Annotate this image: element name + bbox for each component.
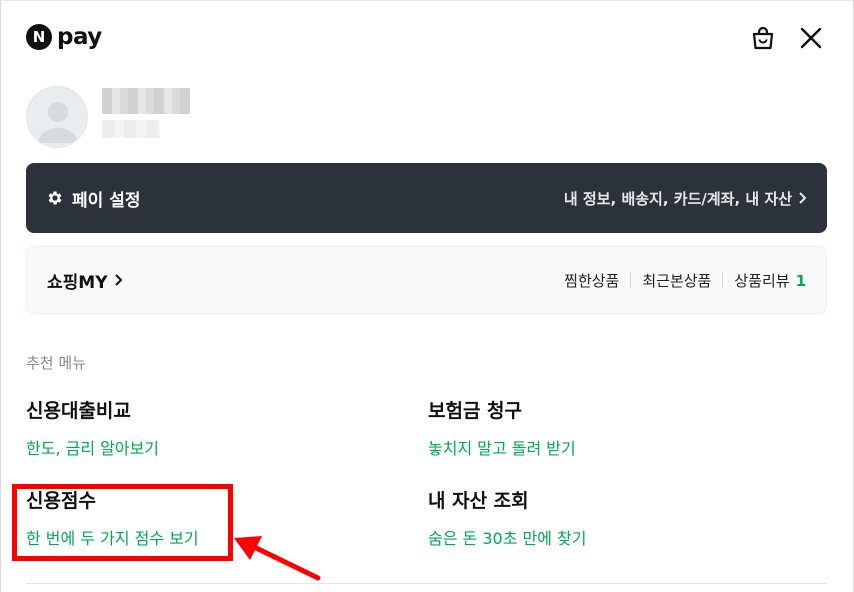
- default-avatar-icon: [38, 102, 78, 143]
- recommended-menu-title: 추천 메뉴: [26, 354, 86, 372]
- bottom-divider: [26, 583, 827, 584]
- review-count-badge: 1: [795, 271, 806, 290]
- avatar: [26, 86, 88, 148]
- gear-icon: [48, 191, 62, 205]
- logo-text: pay: [57, 24, 102, 50]
- menu-asset-lookup[interactable]: 내 자산 조회 숨은 돈 30초 만에 찾기: [428, 486, 586, 549]
- pay-settings-title: 페이 설정: [72, 190, 141, 211]
- shopping-my-title: 쇼핑MY: [47, 272, 108, 293]
- menu-item-desc: 한 번에 두 가지 점수 보기: [26, 529, 199, 548]
- product-review-link[interactable]: 상품리뷰 1: [734, 270, 806, 291]
- menu-item-name: 보험금 청구: [428, 400, 523, 422]
- blurred-user-id: [102, 120, 160, 138]
- user-profile: [26, 86, 426, 150]
- divider: [722, 272, 724, 288]
- menu-item-name: 내 자산 조회: [428, 490, 529, 512]
- pay-settings-bar[interactable]: 페이 설정 내 정보, 배송지, 카드/계좌, 내 자산: [26, 163, 827, 233]
- shopping-bag-icon: [752, 26, 774, 50]
- divider: [630, 272, 632, 288]
- shopping-my-bar: 쇼핑MY 찜한상품 최근본상품 상품리뷰 1: [26, 246, 827, 314]
- menu-item-desc: 숨은 돈 30초 만에 찾기: [428, 529, 587, 548]
- wishlist-link[interactable]: 찜한상품: [564, 270, 619, 291]
- menu-credit-score[interactable]: 신용점수 한 번에 두 가지 점수 보기: [26, 486, 199, 549]
- chevron-right-icon: [114, 274, 122, 286]
- logo-badge: N: [26, 24, 52, 50]
- shopping-bag-button[interactable]: [748, 23, 778, 53]
- chevron-right-icon: [799, 192, 807, 204]
- menu-item-desc: 놓치지 말고 돌려 받기: [428, 439, 576, 458]
- menu-item-desc: 한도, 금리 알아보기: [26, 439, 160, 458]
- product-review-label: 상품리뷰: [734, 271, 790, 290]
- close-icon: [800, 27, 822, 49]
- close-button[interactable]: [796, 23, 826, 53]
- recently-viewed-link[interactable]: 최근본상품: [642, 270, 711, 291]
- menu-credit-loan-compare[interactable]: 신용대출비교 한도, 금리 알아보기: [26, 396, 159, 459]
- npay-logo: N pay: [26, 24, 102, 50]
- menu-insurance-claim[interactable]: 보험금 청구 놓치지 말고 돌려 받기: [428, 396, 576, 459]
- menu-item-name: 신용대출비교: [26, 400, 131, 422]
- blurred-user-name: [102, 88, 190, 114]
- pay-settings-detail: 내 정보, 배송지, 카드/계좌, 내 자산: [563, 189, 792, 208]
- menu-item-name: 신용점수: [26, 490, 96, 512]
- shopping-my-link[interactable]: 쇼핑MY: [47, 268, 123, 293]
- header: N pay: [0, 0, 854, 78]
- pay-settings-detail-link[interactable]: 내 정보, 배송지, 카드/계좌, 내 자산: [564, 188, 807, 209]
